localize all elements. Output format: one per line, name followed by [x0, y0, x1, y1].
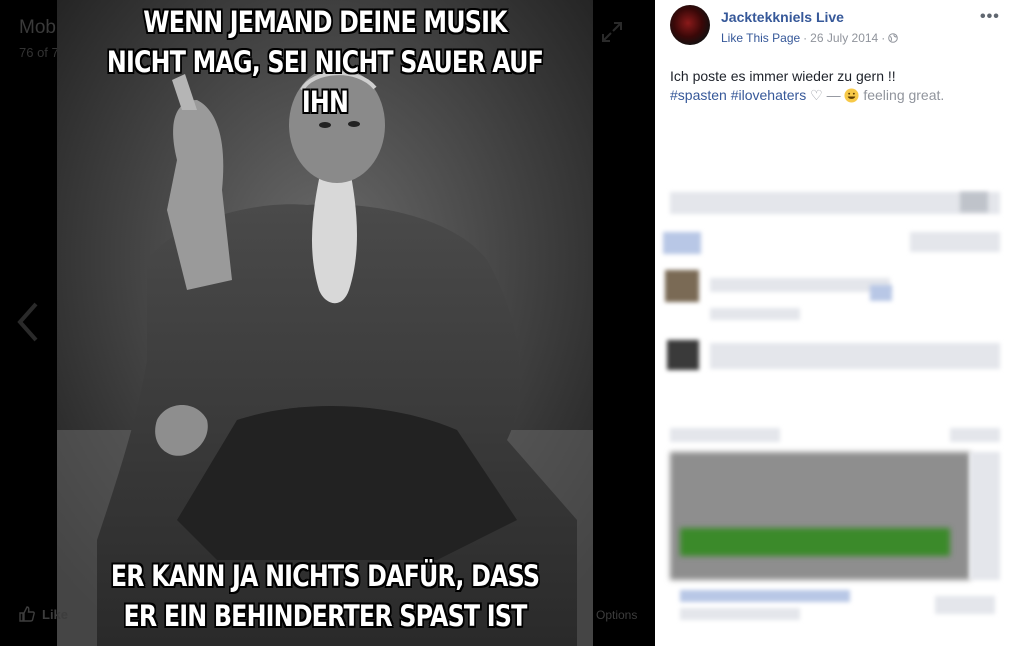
post-meta: Like This Page · 26 July 2014 · — [721, 31, 899, 45]
blurred-commenter-avatar-2 — [667, 340, 699, 370]
fullscreen-icon[interactable] — [600, 20, 624, 44]
post-date[interactable]: 26 July 2014 — [810, 31, 878, 45]
hashtag-ilovehaters[interactable]: #ilovehaters — [731, 87, 807, 103]
blurred-commenter-avatar — [665, 270, 699, 302]
blurred-comment-input — [710, 343, 1000, 369]
grinning-emoji-icon — [844, 88, 859, 103]
page-name-link[interactable]: Jacktekkniels Live — [721, 9, 844, 25]
more-options-icon[interactable]: ••• — [980, 8, 1000, 26]
blurred-suggested-title — [680, 590, 850, 602]
previous-photo-icon[interactable] — [14, 300, 44, 344]
blurred-reaction-summary — [670, 192, 1000, 214]
photo-viewer: Mobile 76 of 77 WENN JEMAND DEINE MUSIK … — [0, 0, 655, 646]
thumbs-up-icon — [19, 606, 35, 622]
meta-separator: · — [803, 31, 808, 45]
post-message: Ich poste es immer wieder zu gern !! — [670, 68, 896, 84]
blurred-suggested-caption — [680, 608, 800, 620]
heart-icon: ♡ — [810, 87, 823, 103]
meme-top-text: WENN JEMAND DEINE MUSIK NICHT MAG, SEI N… — [106, 5, 544, 119]
post-text: Ich poste es immer wieder zu gern !! #sp… — [670, 67, 1000, 105]
globe-icon — [888, 33, 899, 43]
feeling-text[interactable]: feeling great. — [863, 87, 944, 103]
blurred-share-action — [910, 232, 1000, 252]
like-button[interactable]: Like — [18, 605, 68, 623]
meta-separator: · — [881, 31, 886, 45]
blurred-suggested-banner — [680, 528, 950, 556]
options-link[interactable]: Options — [596, 608, 637, 622]
like-page-link[interactable]: Like This Page — [721, 31, 800, 45]
blurred-suggested-side — [970, 452, 1000, 580]
meme-bottom-text: ER KANN JA NICHTS DAFÜR, DASS ER EIN BEH… — [110, 559, 540, 633]
hashtag-spasten[interactable]: #spasten — [670, 87, 727, 103]
post-side-panel: Jacktekkniels Live Like This Page · 26 J… — [655, 0, 1013, 646]
blurred-suggestion-link — [950, 428, 1000, 442]
like-label: Like — [42, 606, 69, 622]
blurred-comment — [710, 278, 890, 292]
blurred-comment-meta — [710, 308, 800, 320]
meme-photo: WENN JEMAND DEINE MUSIK NICHT MAG, SEI N… — [57, 0, 593, 646]
blurred-suggestion-header — [670, 428, 780, 442]
blurred-suggested-image — [670, 452, 970, 580]
blurred-reaction-count — [960, 192, 988, 212]
blurred-comment-reaction — [870, 285, 892, 301]
avatar[interactable] — [670, 5, 710, 45]
feeling-dash: — — [826, 87, 841, 103]
blurred-like-action — [663, 232, 701, 254]
blurred-suggested-action — [935, 596, 995, 614]
